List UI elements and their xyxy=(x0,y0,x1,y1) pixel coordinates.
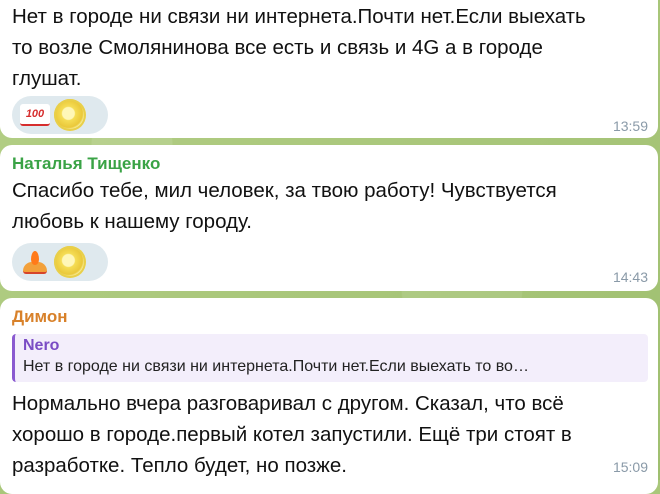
sender-name[interactable]: Димон xyxy=(12,298,646,328)
reactions-bar[interactable]: 100 xyxy=(12,96,108,134)
sender-name[interactable]: Наталья Тищенко xyxy=(12,145,646,175)
lemon-icon[interactable] xyxy=(54,246,86,278)
message-time: 14:43 xyxy=(612,269,648,285)
message-text: Нормально вчера разговаривал с другом. С… xyxy=(12,392,572,477)
reply-sender-name: Nero xyxy=(23,337,60,354)
reply-text: Нет в городе ни связи ни интернета.Почти… xyxy=(23,358,529,375)
message-time: 13:59 xyxy=(612,118,648,134)
message-text: Спасибо тебе, мил человек, за твою работ… xyxy=(12,179,557,233)
message-bubble[interactable]: Нет в городе ни связи ни интернета.Почти… xyxy=(0,0,658,138)
lemon-icon[interactable] xyxy=(54,99,86,131)
fire-icon[interactable] xyxy=(20,248,50,276)
message-text: Нет в городе ни связи ни интернета.Почти… xyxy=(12,5,586,90)
hundred-points-icon[interactable]: 100 xyxy=(20,104,50,126)
message-bubble[interactable]: Наталья Тищенко Спасибо тебе, мил челове… xyxy=(0,145,658,291)
reply-quote[interactable]: Nero Нет в городе ни связи ни интернета.… xyxy=(12,334,648,382)
message-bubble[interactable]: Димон Nero Нет в городе ни связи ни инте… xyxy=(0,298,658,494)
reactions-bar[interactable] xyxy=(12,243,108,281)
message-time: 15:09 xyxy=(612,459,648,475)
